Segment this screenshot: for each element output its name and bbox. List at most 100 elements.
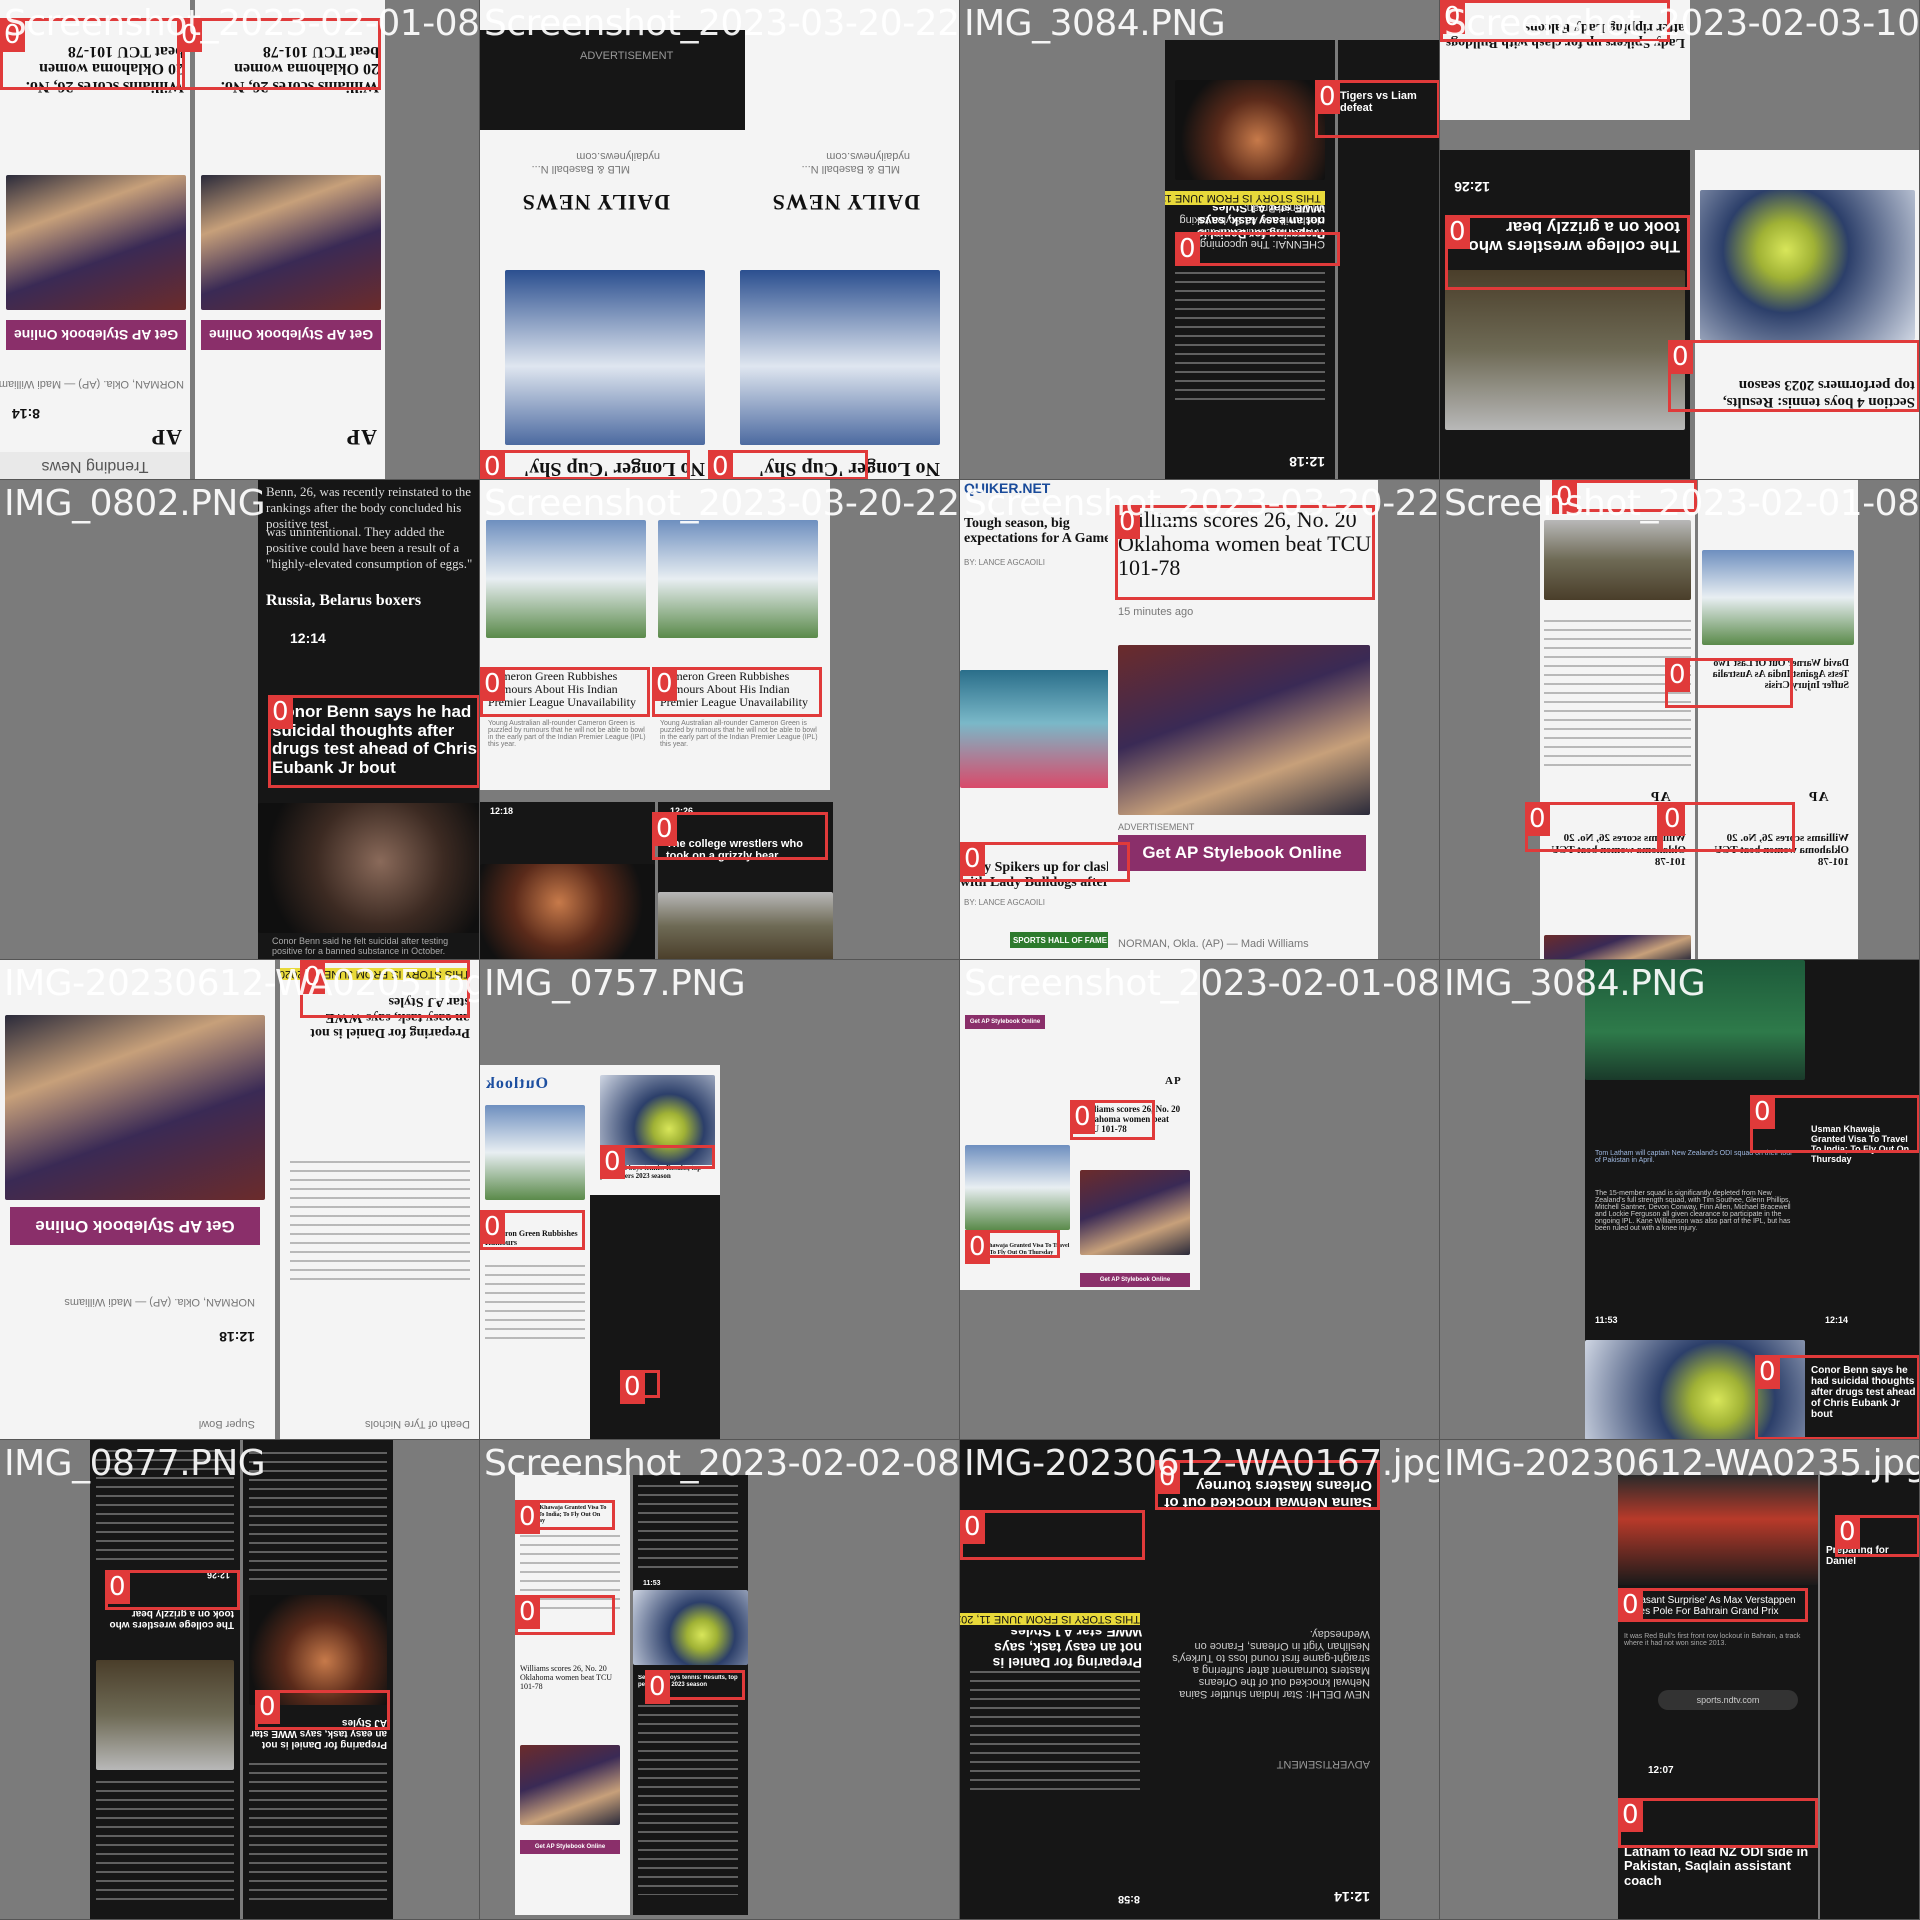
byline: NORMAN, Okla. (AP) — Madi Williams [0,378,184,390]
tile-10[interactable]: IMG_0757.PNG Outlook Section 4 boys tenn… [480,960,960,1440]
detection-box: 0 [480,667,650,717]
section-title: MLB & Baseball N... [801,163,900,175]
basketball-photo [201,175,381,310]
status-time: 8:14 [11,406,40,422]
tile-16[interactable]: IMG-20230612-WA0235.jpg 'Pleasant Surpri… [1440,1440,1920,1920]
tile-3[interactable]: IMG_3084.PNG 12:18 CHENNAI: The upcoming… [960,0,1440,480]
daily-news-logo[interactable]: DAILY NEWS [772,189,920,215]
basketball-photo [6,175,186,310]
ap-banner[interactable]: Get AP Stylebook Online [520,1840,620,1854]
sub-headline: Russia, Belarus boxers [266,592,422,609]
ap-logo: AP [1808,790,1829,805]
tile-6[interactable]: Screenshot_2023-03-20-22-05-32 Cameron G… [480,480,960,960]
photo-caption: Conor Benn said he felt suicidal after t… [272,936,449,956]
status-time: 11:53 [643,1580,661,1587]
screenshot: 12:14 Conor Benn says he had suicidal th… [258,618,479,959]
tile-1[interactable]: Screenshot_2023-02-01-08-25-11-52 Trendi… [0,0,480,480]
tile-5[interactable]: IMG_0802.PNG Benn, 26, was recently rein… [0,480,480,960]
detection-box: 0 [960,1510,1145,1560]
advert-label: ADVERTISEMENT [1276,1758,1370,1770]
status-time: 11:53 [1595,1315,1618,1325]
headline[interactable]: Preparing for Daniel is not an easy task… [967,1630,1142,1670]
address-bar[interactable]: sports.ndtv.com [1658,1690,1798,1710]
tile-12[interactable]: IMG_3084.PNG Tom Latham will captain New… [1440,960,1920,1440]
article-body [638,1485,738,1575]
daily-news-logo[interactable]: DAILY NEWS [522,189,670,215]
status-time: 8:58 [1117,1893,1140,1905]
article-top: Benn, 26, was recently reinstated to the… [258,480,479,618]
cricket-photo [1702,550,1854,645]
headline[interactable]: Latham to lead NZ ODI side in Pakistan, … [1624,1845,1814,1893]
cricket-photo [658,520,818,638]
sports-banner[interactable]: SPORTS HALL OF FAME [1010,932,1110,948]
nav-link[interactable]: Super Bowl [199,1418,255,1430]
detection-box: 0 [105,1570,240,1610]
status-time: 12:26 [1454,179,1490,195]
detection-box: 0 [480,1210,585,1250]
detection-box: 0 [1525,802,1660,852]
screenshot-left: Super Bowl 12:18 NORMAN, Okla. (AP) — Ma… [0,960,275,1439]
tile-11[interactable]: Screenshot_2023-02-01-08-21-52 Get AP St… [960,960,1440,1440]
tile-9[interactable]: IMG-20230612-WA0205.jpg Super Bowl 12:18… [0,960,480,1440]
ap-banner[interactable]: Get AP Stylebook Online [1080,1273,1190,1287]
detection-box: 0 [255,1690,390,1730]
detection-box: 0 [515,1500,615,1534]
tile-13[interactable]: IMG_0877.PNG The college wrestlers who t… [0,1440,480,1920]
tile-filename: IMG_3084.PNG [964,3,1226,44]
tile-2[interactable]: Screenshot_2023-03-20-22-15-46-204 No Lo… [480,0,960,480]
outlook-logo: Outlook [485,1075,549,1092]
screenshot-right: 12:14 ADVERTISEMENT NEW DELHI: Star Indi… [1150,1440,1380,1919]
ap-banner[interactable]: Get AP Stylebook Online [201,320,381,350]
article-body: The 15-member squad is significantly dep… [1595,1190,1791,1232]
volleyball-photo [960,670,1130,788]
byline: BY: LANCE AGCAOILI [964,558,1045,567]
article-body: Young Australian all-rounder Cameron Gre… [488,720,646,748]
tile-filename: Screenshot_2023-02-02-08-59-52 [484,1443,960,1484]
status-time: 12:18 [490,806,514,816]
status-time: 12:14 [1825,1315,1849,1325]
tile-7[interactable]: Screenshot_2023-03-20-22-17-58 QUIKER.NE… [960,480,1440,960]
tile-14[interactable]: Screenshot_2023-02-02-08-59-52 Usman Kha… [480,1440,960,1920]
flash-banner: THIS STORY IS FROM JUNE 11, 2020 [960,1613,1140,1625]
ap-banner[interactable]: Get AP Stylebook Online [6,320,186,350]
ap-logo: AP [1165,1075,1182,1087]
advert-label: ADVERTISEMENT [1118,822,1195,832]
site-url: nydailynews.com [576,150,660,162]
tennis-photo [633,1590,748,1665]
article-body [96,1780,234,1900]
tile-filename: IMG_0877.PNG [4,1443,266,1484]
tile-filename: Screenshot_2023-02-01-08-25-11-52 [4,3,480,44]
tile-4[interactable]: Screenshot_2023-02-03-10-43-20-96 Lady S… [1440,0,1920,480]
timestamp: 15 minutes ago [1118,606,1194,618]
detection-box: 0 [1665,658,1793,708]
nav-link[interactable]: Death of Tyre Nichols [365,1418,470,1430]
screenshot: Outlook Section 4 boys tennis: Results, … [480,1065,720,1439]
detection-box: 0 [708,450,868,479]
detection-box: 0 [652,812,828,860]
basketball-photo [1118,645,1370,815]
basketball-photo [1544,935,1691,959]
detection-box: 0 [1175,232,1340,266]
article-body [638,1705,738,1895]
dark-panel [590,1195,720,1439]
tile-15[interactable]: IMG-20230612-WA0167.jpg 8:58 Preparing f… [960,1440,1440,1920]
article-body [249,1760,387,1900]
tile-filename: Screenshot_2023-02-01-08-21-45 [1444,483,1920,524]
cricket-photo [486,520,646,638]
f1-photo [1618,1475,1818,1585]
detection-box: 0 [1315,80,1439,138]
ap-banner[interactable]: Get AP Stylebook Online [10,1207,260,1245]
cricket-photo [965,1145,1070,1230]
headline[interactable]: Williams scores 26, No. 20 Oklahoma wome… [520,1665,620,1699]
boxer-photo [258,803,479,933]
ap-banner[interactable]: Get AP Stylebook Online [1118,835,1366,871]
tile-filename: IMG_3084.PNG [1444,963,1706,1004]
detection-box: 0 [1618,1588,1808,1622]
bear-photo [658,892,833,959]
screenshot-right: Death of Tyre Nichols Preparing for Dani… [280,960,479,1439]
cricket-photo [485,1105,585,1200]
tile-8[interactable]: Screenshot_2023-02-01-08-21-45 AP Willia… [1440,480,1920,960]
article-body [485,1265,585,1345]
ap-banner[interactable]: Get AP Stylebook Online [965,1015,1045,1029]
detection-box: 0 [600,1145,715,1179]
